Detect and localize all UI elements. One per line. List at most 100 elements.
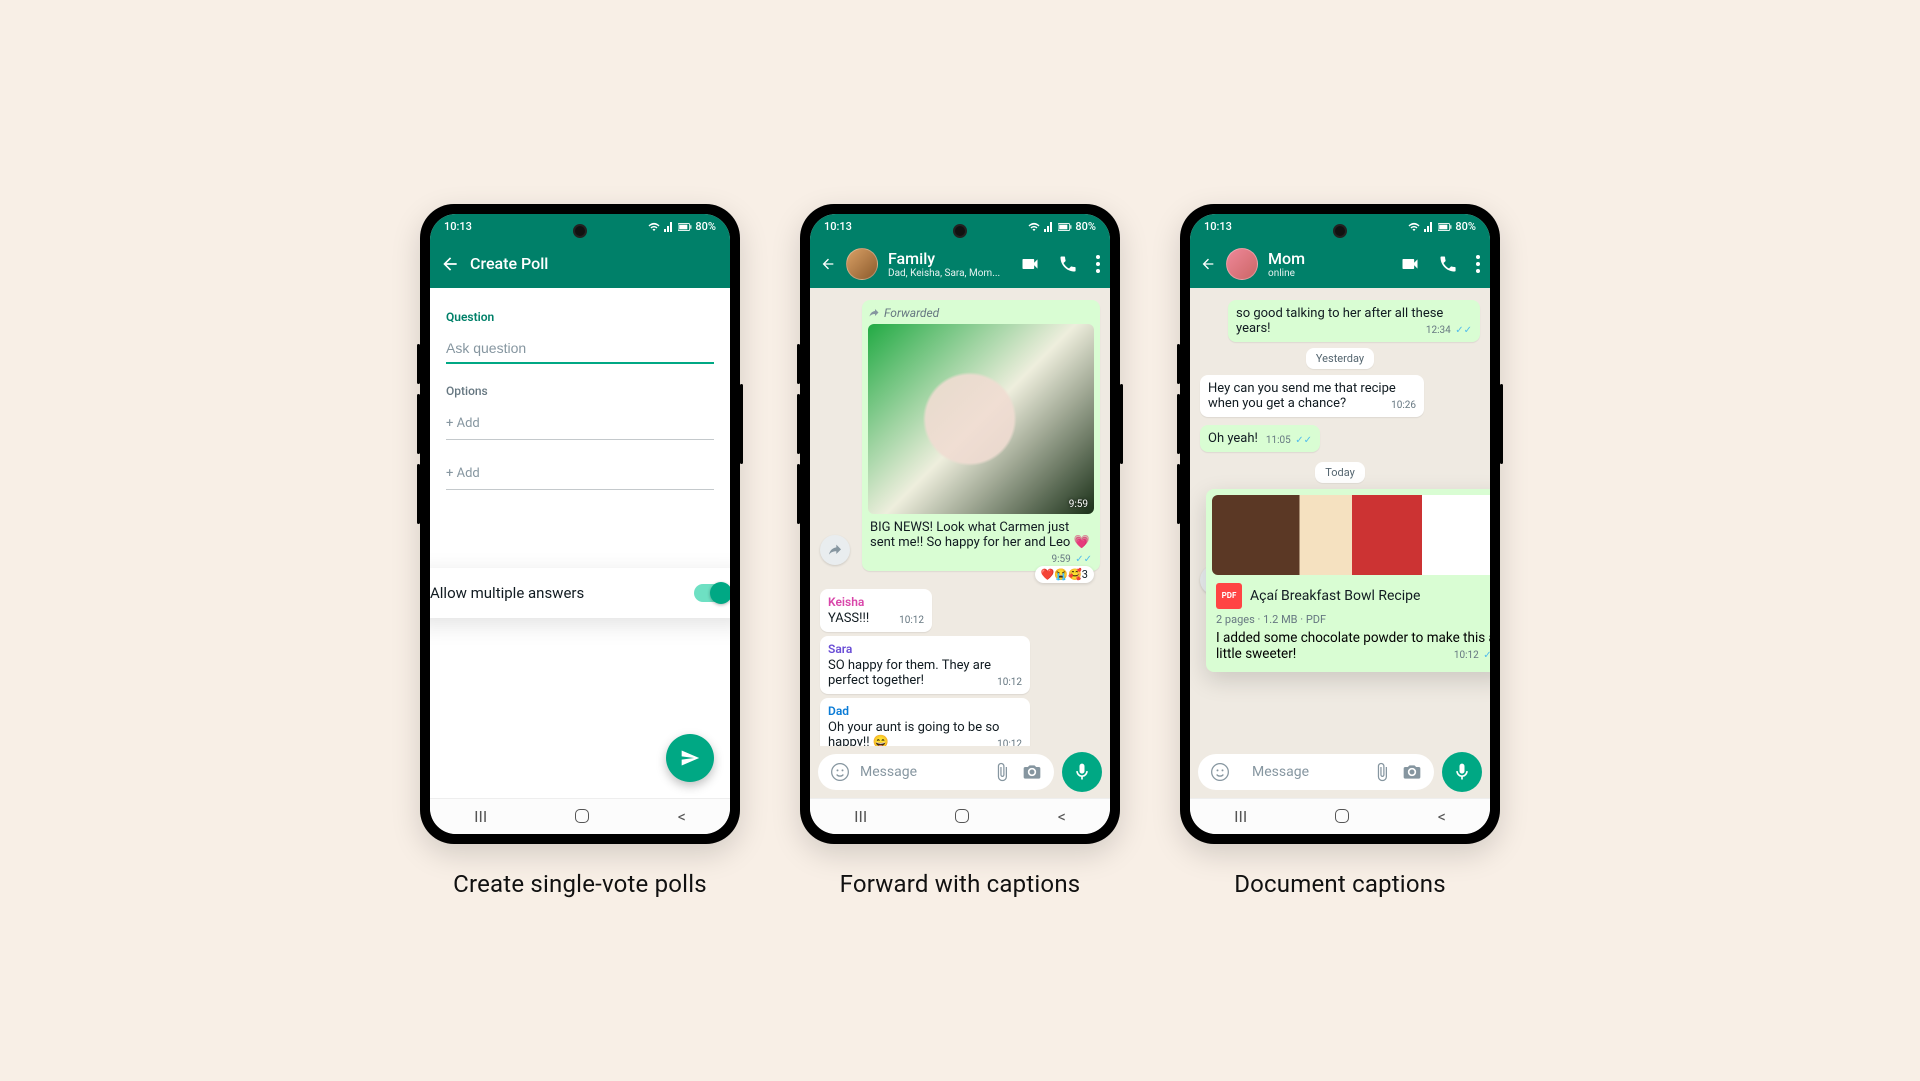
emoji-icon[interactable]	[1210, 762, 1230, 782]
phones-row: 10:13 80% Create Poll Question Options	[420, 204, 1500, 898]
question-input[interactable]	[446, 334, 714, 364]
send-fab[interactable]	[666, 734, 714, 782]
incoming-message[interactable]: DadOh your aunt is going to be so happy!…	[820, 698, 1030, 746]
status-time: 10:13	[824, 220, 852, 233]
chat-content[interactable]: Forwarded 9:59 BIG NEWS! Look what Carme…	[810, 288, 1110, 746]
camera-icon[interactable]	[1402, 762, 1422, 782]
recents-icon[interactable]: III	[474, 807, 487, 826]
signal-icon	[663, 221, 675, 233]
video-call-icon[interactable]	[1400, 254, 1420, 274]
status-bar: 10:13 80%	[810, 214, 1110, 240]
doc-title: Açaí Breakfast Bowl Recipe	[1250, 588, 1420, 604]
mic-icon	[1452, 762, 1472, 782]
incoming-message[interactable]: SaraSO happy for them. They are perfect …	[820, 636, 1030, 694]
back-icon[interactable]	[1200, 254, 1216, 274]
android-nav: III <	[430, 798, 730, 834]
app-bar: Family Dad, Keisha, Sara, Mom...	[810, 240, 1110, 288]
document-message[interactable]: PDF Açaí Breakfast Bowl Recipe 2 pages ·…	[1206, 489, 1490, 672]
audio-call-icon[interactable]	[1438, 254, 1458, 274]
multi-answer-toggle[interactable]	[694, 584, 730, 602]
android-nav: III <	[810, 798, 1110, 834]
out-msg-top[interactable]: so good talking to her after all these y…	[1228, 300, 1480, 342]
video-call-icon[interactable]	[1020, 254, 1040, 274]
mic-button[interactable]	[1062, 752, 1102, 792]
date-today: Today	[1315, 462, 1365, 483]
back-icon[interactable]	[440, 254, 460, 274]
mic-icon	[1072, 762, 1092, 782]
screen: 10:13 80% Mom online	[1190, 214, 1490, 834]
audio-call-icon[interactable]	[1058, 254, 1078, 274]
wifi-icon	[648, 221, 660, 233]
camera-icon[interactable]	[1022, 762, 1042, 782]
more-icon[interactable]	[1096, 254, 1100, 274]
contact-avatar[interactable]	[1226, 248, 1258, 280]
phone-poll: 10:13 80% Create Poll Question Options	[420, 204, 740, 898]
forward-button[interactable]	[820, 535, 850, 565]
emoji-icon[interactable]	[830, 762, 850, 782]
forwarded-tag: Forwarded	[868, 306, 1094, 320]
back-nav-icon[interactable]: <	[1058, 807, 1066, 826]
forwarded-message[interactable]: Forwarded 9:59 BIG NEWS! Look what Carme…	[862, 300, 1100, 571]
caption-document: Document captions	[1234, 870, 1446, 898]
mic-button[interactable]	[1442, 752, 1482, 792]
question-label: Question	[446, 310, 714, 324]
home-icon[interactable]	[1335, 809, 1349, 823]
chat-header-text[interactable]: Family Dad, Keisha, Sara, Mom...	[888, 249, 1000, 279]
forward-caption: BIG NEWS! Look what Carmen just sent me!…	[870, 520, 1090, 550]
message-input[interactable]: Message	[818, 754, 1054, 790]
group-avatar[interactable]	[846, 248, 878, 280]
recents-icon[interactable]: III	[1234, 807, 1247, 826]
chat-status: online	[1268, 268, 1305, 279]
sender-name: Keisha	[828, 595, 924, 609]
doc-row: PDF Açaí Breakfast Bowl Recipe 2 pages ·…	[1200, 489, 1480, 672]
image-time: 9:59	[1069, 499, 1088, 510]
option-add-1[interactable]: + Add	[446, 408, 714, 440]
option-add-2[interactable]: + Add	[446, 458, 714, 490]
caption-forward: Forward with captions	[840, 870, 1081, 898]
status-right: 80%	[648, 220, 716, 233]
more-icon[interactable]	[1476, 254, 1480, 274]
chat-name: Mom	[1268, 249, 1305, 268]
input-placeholder: Message	[1252, 764, 1309, 780]
phone-frame: 10:13 80% Family Dad, Keisha, Sara, Mom.…	[800, 204, 1120, 844]
app-bar: Mom online	[1190, 240, 1490, 288]
incoming-messages: Keisha YASS!!! 10:12 SaraSO happy for them.…	[820, 589, 1100, 746]
page-title: Create Poll	[470, 254, 548, 273]
multi-answer-card: Allow multiple answers	[430, 568, 730, 618]
wifi-icon	[1028, 221, 1040, 233]
chat-header-text[interactable]: Mom online	[1268, 249, 1305, 279]
send-icon	[680, 748, 700, 768]
status-battery: 80%	[1075, 220, 1096, 233]
msg-text: YASS!!!	[828, 611, 869, 626]
msg-text: SO happy for them. They are perfect toge…	[828, 658, 991, 688]
attach-icon[interactable]	[1372, 762, 1392, 782]
home-icon[interactable]	[955, 809, 969, 823]
in-msg[interactable]: Hey can you send me that recipe when you…	[1200, 375, 1424, 417]
chat-members: Dad, Keisha, Sara, Mom...	[888, 268, 1000, 279]
reactions-badge[interactable]: ❤️😭🥰3	[1035, 566, 1094, 583]
attach-icon[interactable]	[992, 762, 1012, 782]
android-nav: III <	[1190, 798, 1490, 834]
chat-name: Family	[888, 249, 1000, 268]
wifi-icon	[1408, 221, 1420, 233]
recents-icon[interactable]: III	[854, 807, 867, 826]
caption-time: 9:59 ✓✓	[1051, 554, 1092, 565]
battery-icon	[1438, 222, 1452, 232]
home-icon[interactable]	[575, 809, 589, 823]
msg-time: 10:12	[899, 615, 924, 626]
incoming-message[interactable]: Keisha YASS!!! 10:12	[820, 589, 932, 632]
caption-poll: Create single-vote polls	[453, 870, 707, 898]
forwarded-image[interactable]: 9:59	[868, 324, 1094, 514]
forward-small-icon	[868, 307, 880, 319]
chat-content[interactable]: so good talking to her after all these y…	[1190, 288, 1490, 746]
status-bar: 10:13 80%	[1190, 214, 1490, 240]
back-nav-icon[interactable]: <	[678, 807, 686, 826]
out-msg-oh[interactable]: Oh yeah! 11:05 ✓✓	[1200, 425, 1320, 452]
back-nav-icon[interactable]: <	[1438, 807, 1446, 826]
status-bar: 10:13 80%	[430, 214, 730, 240]
back-icon[interactable]	[820, 254, 836, 274]
status-time: 10:13	[444, 220, 472, 233]
status-battery: 80%	[1455, 220, 1476, 233]
message-input[interactable]: Message	[1198, 754, 1434, 790]
doc-caption: I added some chocolate powder to make th…	[1212, 630, 1490, 666]
